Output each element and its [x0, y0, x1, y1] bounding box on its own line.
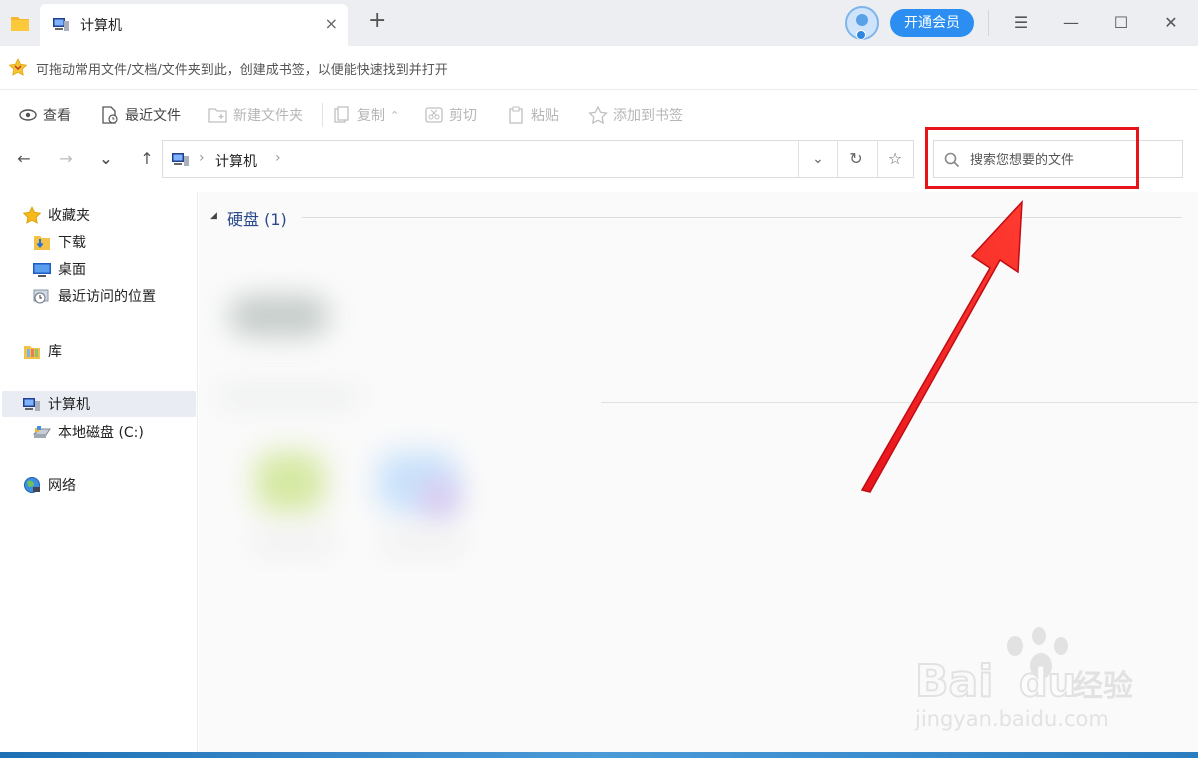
avatar-badge-icon: [856, 30, 866, 40]
group-title[interactable]: 硬盘 (1): [227, 206, 287, 230]
bookmark-hint: 可拖动常用文件/文档/文件夹到此，创建成书签，以便能快速找到并打开: [36, 63, 448, 78]
sidebar-item-favorites[interactable]: 收藏夹: [22, 202, 192, 228]
sidebar-item-recent-places[interactable]: 最近访问的位置: [32, 283, 192, 309]
star-icon: [588, 106, 608, 124]
divider: [988, 10, 989, 36]
drive-item[interactable]: [219, 288, 339, 358]
recent-file-icon: [102, 106, 118, 124]
address-bar[interactable]: › 计算机 › ⌄ ↻ ☆: [162, 140, 914, 178]
computer-icon: [53, 18, 69, 31]
collapse-arrow-icon[interactable]: ◢: [210, 211, 217, 221]
divider: [837, 141, 838, 177]
paste-button[interactable]: 粘贴: [506, 105, 559, 125]
title-bar: 计算机 × + 开通会员 ☰ — ☐ ✕: [0, 0, 1198, 46]
star-icon: [22, 206, 42, 224]
close-tab-icon[interactable]: ×: [325, 14, 338, 33]
network-globe-icon: [24, 477, 40, 493]
new-folder-button[interactable]: 新建文件夹: [208, 105, 303, 125]
copy-label: 复制: [357, 108, 385, 124]
sidebar-item-computer[interactable]: 计算机: [2, 391, 196, 417]
divider: [798, 141, 799, 177]
sidebar-item-label: 本地磁盘 (C:): [58, 425, 144, 441]
cut-label: 剪切: [449, 108, 477, 124]
chevron-down-icon[interactable]: ⌄: [807, 149, 829, 169]
chevron-right-icon[interactable]: ›: [199, 150, 205, 166]
cut-button[interactable]: 剪切: [424, 105, 477, 125]
recent-places-icon: [33, 289, 49, 304]
svg-text:Bai: Bai: [915, 656, 993, 707]
minimize-icon[interactable]: —: [1056, 10, 1086, 36]
close-window-icon[interactable]: ✕: [1156, 10, 1186, 36]
view-button[interactable]: 查看: [18, 105, 71, 125]
new-folder-label: 新建文件夹: [233, 108, 303, 124]
computer-icon: [172, 153, 189, 166]
folder-app-icon: [11, 17, 29, 31]
add-bookmark-label: 添加到书签: [613, 108, 683, 124]
up-icon[interactable]: ↑: [136, 148, 158, 170]
vip-button[interactable]: 开通会员: [890, 9, 974, 37]
computer-icon: [23, 398, 40, 411]
eye-icon: [19, 109, 37, 121]
bookmark-star-icon[interactable]: ☆: [884, 149, 906, 169]
paste-label: 粘贴: [531, 108, 559, 124]
app-item[interactable]: [369, 438, 489, 568]
back-icon[interactable]: ←: [13, 148, 35, 170]
sidebar-item-label: 最近访问的位置: [58, 289, 156, 305]
library-icon: [24, 346, 40, 359]
desktop-icon: [33, 263, 51, 277]
refresh-icon[interactable]: ↻: [845, 149, 867, 169]
svg-text:jingyan.baidu.com: jingyan.baidu.com: [915, 707, 1109, 731]
sidebar-item-local-disk[interactable]: 本地磁盘 (C:): [32, 419, 192, 445]
view-label: 查看: [43, 108, 71, 124]
divider: [302, 217, 1182, 218]
tab-title: 计算机: [80, 18, 122, 34]
bookmark-star-icon: [8, 58, 28, 76]
toolbar-divider: [322, 103, 323, 127]
svg-text:经验: 经验: [1073, 669, 1133, 704]
arrow-annotation-icon: [860, 199, 1023, 493]
baidu-jingyan-watermark: Bai du 经验 jingyan.baidu.com: [915, 627, 1133, 731]
search-highlight-box: [925, 127, 1139, 189]
breadcrumb-computer[interactable]: 计算机: [215, 151, 257, 171]
sidebar-item-label: 收藏夹: [48, 208, 90, 224]
history-dropdown-icon[interactable]: ⌄: [95, 148, 117, 170]
add-bookmark-button[interactable]: 添加到书签: [588, 105, 683, 125]
sidebar-item-label: 计算机: [48, 397, 90, 413]
sidebar: 收藏夹 下载 桌面 最近访问的位置 库 计算机 本地磁盘 (C:) 网络: [0, 192, 198, 752]
sidebar-item-library[interactable]: 库: [22, 338, 192, 364]
sidebar-item-desktop[interactable]: 桌面: [32, 256, 192, 282]
copy-icon: [334, 106, 349, 123]
clipboard-icon: [509, 106, 523, 124]
scissors-icon: [425, 107, 443, 123]
copy-button[interactable]: 复制 ⌃: [332, 105, 399, 125]
maximize-icon[interactable]: ☐: [1106, 10, 1136, 36]
sidebar-item-downloads[interactable]: 下载: [32, 229, 192, 255]
menu-icon[interactable]: ☰: [1006, 10, 1036, 36]
chevron-right-icon[interactable]: ›: [275, 150, 281, 166]
recent-files-label: 最近文件: [125, 108, 181, 124]
disk-drive-icon: [32, 426, 51, 438]
recent-files-button[interactable]: 最近文件: [100, 105, 181, 125]
chevron-up-icon[interactable]: ⌃: [390, 109, 399, 122]
svg-text:du: du: [1019, 660, 1076, 706]
download-folder-icon: [34, 236, 50, 250]
new-tab-icon[interactable]: +: [368, 10, 386, 32]
app-item[interactable]: [239, 438, 349, 568]
tab-computer[interactable]: 计算机 ×: [40, 4, 348, 46]
bookmark-bar: 可拖动常用文件/文档/文件夹到此，创建成书签，以便能快速找到并打开: [0, 46, 1198, 90]
sidebar-item-label: 网络: [48, 478, 76, 494]
sidebar-item-label: 库: [48, 344, 62, 360]
sidebar-item-network[interactable]: 网络: [22, 472, 192, 498]
sidebar-item-label: 桌面: [58, 262, 86, 278]
drive-label: [219, 390, 359, 404]
divider: [877, 141, 878, 177]
sidebar-item-label: 下载: [58, 235, 86, 251]
forward-icon[interactable]: →: [55, 148, 77, 170]
taskbar-edge: [0, 752, 1198, 758]
new-folder-icon: [208, 108, 227, 123]
